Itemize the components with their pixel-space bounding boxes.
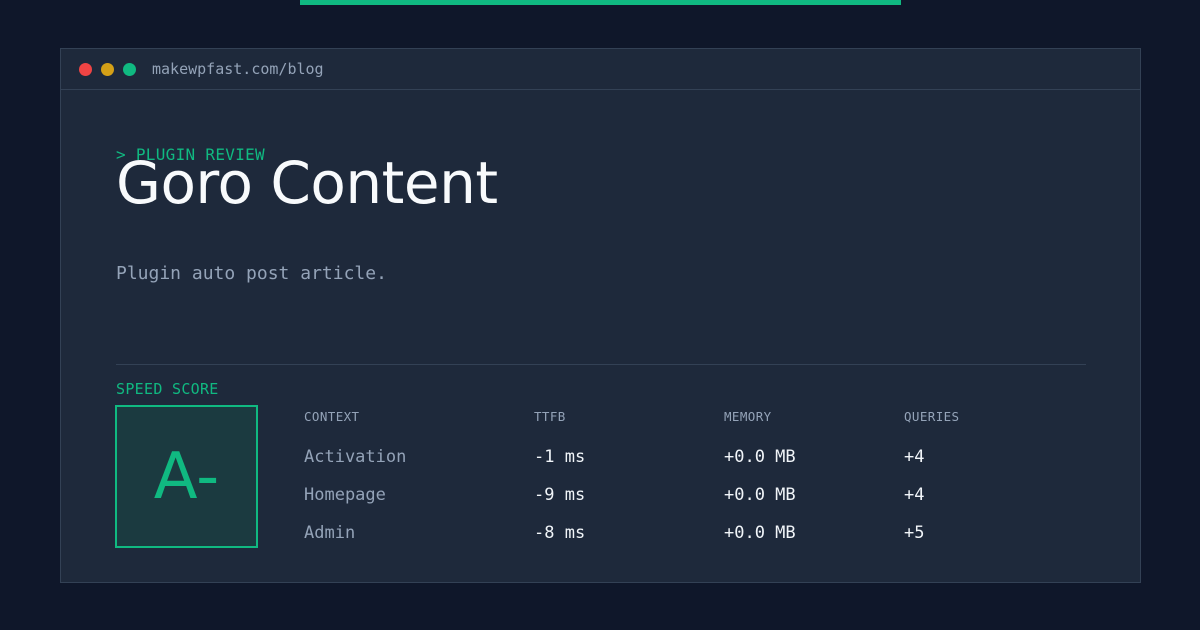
memory-cell: +0.0 MB <box>724 447 796 467</box>
queries-cell: +4 <box>904 447 925 467</box>
plugin-description: Plugin auto post article. <box>116 263 387 284</box>
ttfb-cell: -1 ms <box>534 447 586 467</box>
browser-window: makewpfast.com/blog > PLUGIN REVIEW Goro… <box>60 48 1141 583</box>
speed-grade-value: A- <box>153 439 220 514</box>
memory-cell: +0.0 MB <box>724 485 796 505</box>
ttfb-cell: -8 ms <box>534 523 586 543</box>
context-cell: Activation <box>304 447 407 467</box>
speed-score-label: SPEED SCORE <box>116 380 219 398</box>
ttfb-cell: -9 ms <box>534 485 586 505</box>
minimize-dot-icon[interactable] <box>101 62 114 76</box>
column-header-memory: MEMORY <box>724 409 772 424</box>
page-title: Goro Content <box>116 149 498 217</box>
column-header-context: CONTEXT <box>304 409 360 424</box>
context-cell: Admin <box>304 523 356 543</box>
context-cell: Homepage <box>304 485 386 505</box>
memory-cell: +0.0 MB <box>724 523 796 543</box>
queries-cell: +4 <box>904 485 925 505</box>
column-header-ttfb: TTFB <box>534 409 566 424</box>
speed-grade-badge: A- <box>115 405 258 548</box>
top-accent-bar <box>300 0 901 5</box>
divider <box>116 364 1086 365</box>
column-header-queries: QUERIES <box>904 409 960 424</box>
window-titlebar: makewpfast.com/blog <box>61 49 1140 90</box>
url-text: makewpfast.com/blog <box>152 60 324 78</box>
close-dot-icon[interactable] <box>79 62 92 76</box>
maximize-dot-icon[interactable] <box>123 62 136 76</box>
queries-cell: +5 <box>904 523 925 543</box>
